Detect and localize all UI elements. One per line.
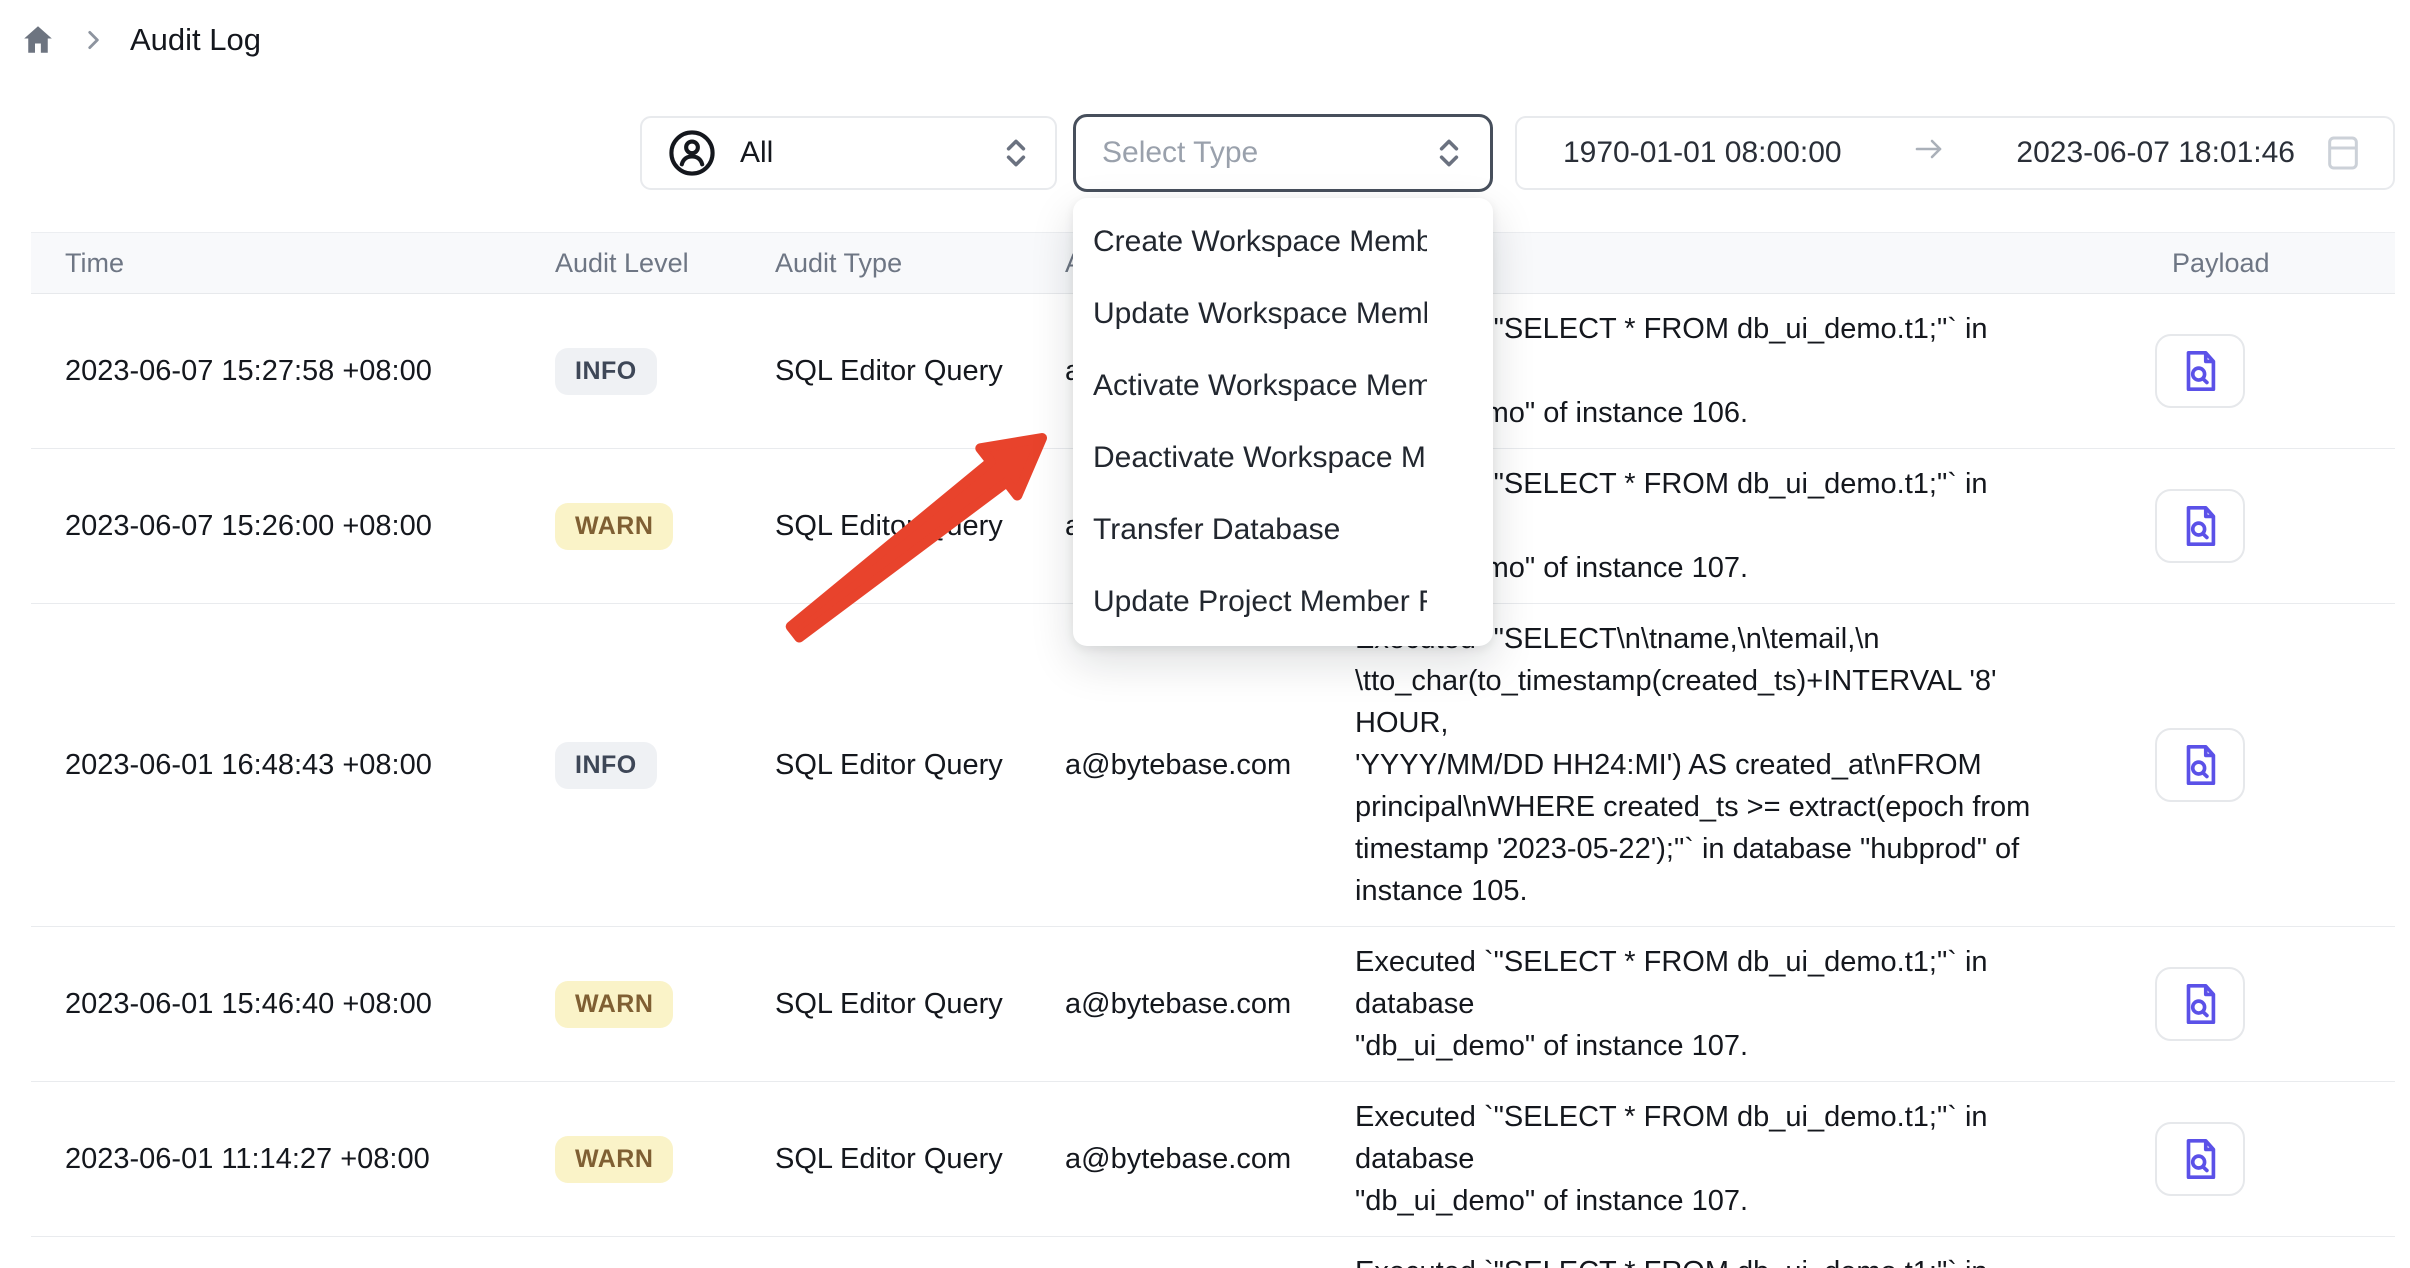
payload-button[interactable]	[2155, 334, 2245, 408]
cell-audit-type: SQL Editor Query	[775, 988, 1065, 1021]
col-header-audit-level: Audit Level	[555, 248, 775, 279]
table-row: 2023-06-01 16:48:43 +08:00 INFO SQL Edit…	[31, 604, 2395, 927]
home-icon[interactable]	[20, 22, 56, 58]
cell-time: 2023-06-01 16:48:43 +08:00	[65, 749, 555, 782]
date-range-picker[interactable]: 1970-01-01 08:00:00 2023-06-07 18:01:46	[1515, 116, 2395, 190]
table-row: 2023-05-31 18:55:51 +08:00 INFO SQL Edit…	[31, 1237, 2395, 1268]
cell-comment: Executed `"SELECT * FROM db_ui_demo.t1;"…	[1355, 927, 2140, 1081]
breadcrumb: Audit Log	[20, 22, 261, 58]
cell-comment: Executed `"SELECT\n\tname,\n\temail,\n \…	[1355, 604, 2140, 926]
dropdown-item-update-project-member[interactable]: Update Project Member Role	[1073, 566, 1493, 638]
audit-level-badge: WARN	[555, 1136, 673, 1183]
audit-level-badge: INFO	[555, 348, 657, 395]
actor-filter-value: All	[740, 136, 773, 170]
arrow-right-icon	[1842, 134, 2017, 172]
cell-time: 2023-06-01 15:46:40 +08:00	[65, 988, 555, 1021]
audit-level-badge: INFO	[555, 742, 657, 789]
filter-bar: All Select Type 1970-01-01 08:00:00 2023…	[640, 114, 2395, 192]
date-range-start[interactable]: 1970-01-01 08:00:00	[1563, 136, 1842, 170]
cell-time: 2023-06-07 15:26:00 +08:00	[65, 510, 555, 543]
cell-comment: Executed `"SELECT * FROM db_ui_demo.t1;"…	[1355, 1082, 2140, 1236]
cell-actor: a@bytebase.com	[1065, 988, 1355, 1021]
chevron-right-icon	[80, 27, 106, 53]
cell-actor: a@bytebase.com	[1065, 1143, 1355, 1176]
cell-audit-type: SQL Editor Query	[775, 749, 1065, 782]
cell-actor: a@bytebase.com	[1065, 749, 1355, 782]
type-filter-select[interactable]: Select Type	[1073, 114, 1493, 192]
audit-level-badge: WARN	[555, 503, 673, 550]
cell-audit-type: SQL Editor Query	[775, 355, 1065, 388]
date-range-end[interactable]: 2023-06-07 18:01:46	[2016, 136, 2295, 170]
cell-comment: Executed `"SELECT * FROM db_ui_demo.t1;"…	[1355, 1237, 2140, 1268]
cell-audit-type: SQL Editor Query	[775, 510, 1065, 543]
cell-time: 2023-06-01 11:14:27 +08:00	[65, 1143, 555, 1176]
payload-button[interactable]	[2155, 967, 2245, 1041]
dropdown-item-create-workspace-member[interactable]: Create Workspace Member	[1073, 206, 1493, 278]
actor-filter-select[interactable]: All	[640, 116, 1057, 190]
type-filter-placeholder: Select Type	[1102, 136, 1258, 170]
select-chevrons-icon	[1001, 134, 1031, 172]
cell-audit-type: SQL Editor Query	[775, 1143, 1065, 1176]
payload-button[interactable]	[2155, 1122, 2245, 1196]
cell-time: 2023-06-07 15:27:58 +08:00	[65, 355, 555, 388]
dropdown-item-transfer-database[interactable]: Transfer Database	[1073, 494, 1493, 566]
dropdown-item-update-workspace-member[interactable]: Update Workspace Member	[1073, 278, 1493, 350]
select-chevrons-icon	[1434, 134, 1464, 172]
col-header-time: Time	[65, 248, 555, 279]
type-dropdown-menu: Create Workspace Member Update Workspace…	[1073, 198, 1493, 646]
page-title: Audit Log	[130, 22, 261, 58]
table-row: 2023-06-01 15:46:40 +08:00 WARN SQL Edit…	[31, 927, 2395, 1082]
payload-button[interactable]	[2155, 489, 2245, 563]
person-icon	[666, 127, 718, 179]
dropdown-item-activate-workspace-member[interactable]: Activate Workspace Member	[1073, 350, 1493, 422]
dropdown-item-deactivate-workspace-member[interactable]: Deactivate Workspace Member	[1073, 422, 1493, 494]
table-row: 2023-06-01 11:14:27 +08:00 WARN SQL Edit…	[31, 1082, 2395, 1237]
col-header-payload: Payload	[2172, 248, 2361, 279]
col-header-audit-type: Audit Type	[775, 248, 1065, 279]
calendar-icon[interactable]	[2323, 131, 2363, 175]
payload-button[interactable]	[2155, 728, 2245, 802]
audit-level-badge: WARN	[555, 981, 673, 1028]
